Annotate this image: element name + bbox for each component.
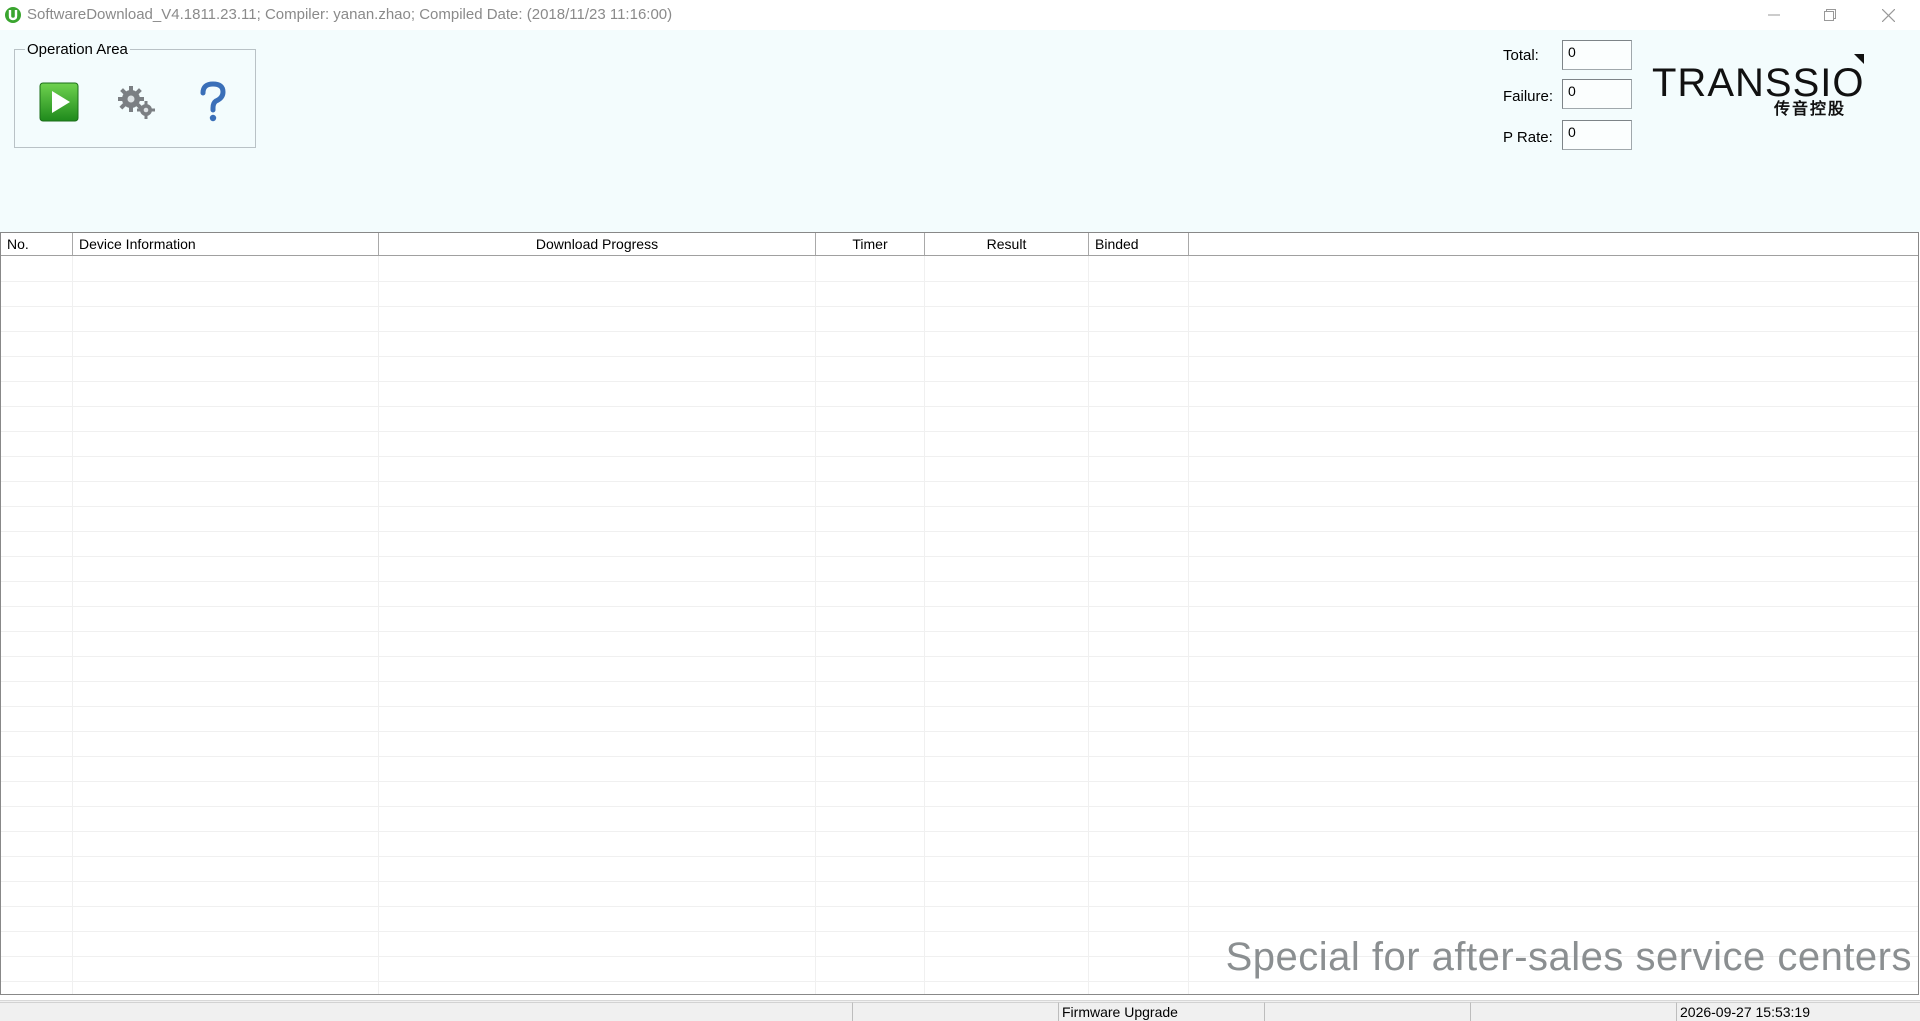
- grid-column-line: [1188, 256, 1189, 994]
- column-header-device-information[interactable]: Device Information: [73, 233, 379, 255]
- grid-row-line: [1, 356, 1918, 357]
- device-table: No. Device Information Download Progress…: [0, 232, 1919, 995]
- status-bar: Firmware Upgrade 2026-09-27 15:53:19: [0, 1000, 1920, 1021]
- grid-row-line: [1, 781, 1918, 782]
- start-download-button[interactable]: [37, 80, 81, 124]
- grid-row-line: [1, 831, 1918, 832]
- grid-row-line: [1, 306, 1918, 307]
- window-title: SoftwareDownload_V4.1811.23.11; Compiler…: [27, 6, 673, 23]
- question-icon: [200, 81, 226, 122]
- prate-label: P Rate:: [1503, 129, 1553, 146]
- close-icon: [1881, 8, 1895, 22]
- grid-row-line: [1, 681, 1918, 682]
- total-field[interactable]: 0: [1562, 40, 1632, 70]
- minimize-icon: [1768, 14, 1780, 16]
- total-label: Total:: [1503, 47, 1539, 64]
- settings-button[interactable]: [115, 80, 159, 124]
- grid-row-line: [1, 531, 1918, 532]
- grid-row-line: [1, 406, 1918, 407]
- help-button[interactable]: [191, 80, 235, 124]
- prate-field[interactable]: 0: [1562, 120, 1632, 150]
- title-bar: SoftwareDownload_V4.1811.23.11; Compiler…: [0, 0, 1920, 30]
- column-header-binded[interactable]: Binded: [1089, 233, 1189, 255]
- column-header-no[interactable]: No.: [1, 233, 73, 255]
- grid-row-line: [1, 456, 1918, 457]
- grid-row-line: [1, 756, 1918, 757]
- status-pane-datetime: 2026-09-27 15:53:19: [1676, 1002, 1920, 1021]
- operation-area: Operation Area: [14, 41, 256, 148]
- restore-button[interactable]: [1802, 0, 1858, 30]
- logo-sub-text: 传音控股: [1773, 99, 1846, 118]
- grid-column-line: [378, 256, 379, 994]
- status-pane-1: [0, 1002, 852, 1021]
- grid-row-line: [1, 806, 1918, 807]
- column-header-result[interactable]: Result: [925, 233, 1089, 255]
- grid-row-line: [1, 506, 1918, 507]
- grid-row-line: [1, 431, 1918, 432]
- grid-row-line: [1, 931, 1918, 932]
- grid-row-line: [1, 856, 1918, 857]
- table-header: No. Device Information Download Progress…: [1, 233, 1918, 256]
- status-pane-mode: Firmware Upgrade: [1058, 1002, 1264, 1021]
- grid-column-line: [924, 256, 925, 994]
- status-pane-5: [1470, 1002, 1676, 1021]
- grid-column-line: [815, 256, 816, 994]
- status-pane-4: [1264, 1002, 1470, 1021]
- gear-icon: [118, 86, 155, 119]
- grid-row-line: [1, 631, 1918, 632]
- column-header-timer[interactable]: Timer: [816, 233, 925, 255]
- transsion-logo: TRANSSION 传音控股: [1652, 54, 1866, 118]
- grid-row-line: [1, 656, 1918, 657]
- minimize-button[interactable]: [1746, 0, 1802, 30]
- grid-row-line: [1, 981, 1918, 982]
- grid-row-line: [1, 381, 1918, 382]
- column-header-download-progress[interactable]: Download Progress: [379, 233, 816, 255]
- status-pane-2: [852, 1002, 1058, 1021]
- grid-row-line: [1, 881, 1918, 882]
- failure-field[interactable]: 0: [1562, 79, 1632, 109]
- grid-row-line: [1, 581, 1918, 582]
- top-panel: Operation Area Total: 0 Failure: 0 P Rat…: [0, 30, 1920, 232]
- grid-column-line: [72, 256, 73, 994]
- grid-row-line: [1, 331, 1918, 332]
- grid-row-line: [1, 606, 1918, 607]
- grid-row-line: [1, 731, 1918, 732]
- play-icon: [39, 82, 79, 122]
- failure-label: Failure:: [1503, 88, 1554, 105]
- grid-column-line: [1088, 256, 1089, 994]
- watermark-text: Special for after-sales service centers: [1225, 935, 1912, 979]
- grid-row-line: [1, 281, 1918, 282]
- grid-row-line: [1, 556, 1918, 557]
- grid-row-line: [1, 706, 1918, 707]
- grid-row-line: [1, 906, 1918, 907]
- grid-row-line: [1, 481, 1918, 482]
- restore-icon: [1824, 9, 1836, 21]
- app-icon: [5, 7, 21, 23]
- operation-area-legend: Operation Area: [25, 41, 130, 59]
- close-button[interactable]: [1860, 0, 1916, 30]
